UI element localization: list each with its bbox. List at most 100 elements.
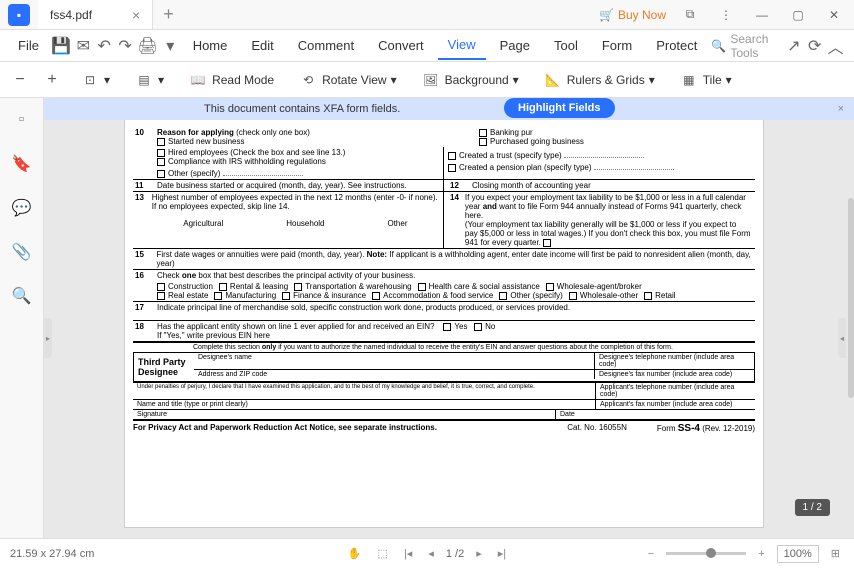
input-line[interactable] — [223, 166, 303, 176]
close-tab-icon[interactable]: × — [132, 7, 140, 23]
hand-tool-icon[interactable]: ✋ — [344, 545, 366, 562]
print-icon[interactable]: 🖨 — [138, 34, 158, 58]
undo-icon[interactable]: ↶ — [96, 34, 113, 58]
menu-form[interactable]: Form — [592, 32, 642, 59]
thumbnails-icon[interactable]: ▫ — [10, 108, 34, 132]
zoom-in-button[interactable]: + — [754, 546, 768, 562]
vertical-scrollbar[interactable] — [848, 198, 854, 398]
more-icon[interactable]: ⋮ — [714, 3, 738, 27]
checkbox[interactable] — [474, 323, 482, 331]
zoom-slider[interactable] — [666, 552, 746, 555]
highlight-fields-button[interactable]: Highlight Fields — [504, 98, 615, 118]
menu-edit[interactable]: Edit — [241, 32, 283, 59]
menu-comment[interactable]: Comment — [288, 32, 364, 59]
attachments-icon[interactable]: 📎 — [10, 240, 34, 264]
zoom-thumb[interactable] — [706, 548, 716, 558]
banner-close-icon[interactable]: × — [838, 103, 844, 115]
checkbox[interactable] — [479, 138, 487, 146]
menu-convert[interactable]: Convert — [368, 32, 434, 59]
tile-icon: ▦ — [679, 70, 699, 90]
notify-icon[interactable]: ⧉ — [678, 3, 702, 27]
fullscreen-icon[interactable]: ⊞ — [827, 545, 844, 562]
mail-icon[interactable]: ✉ — [75, 34, 92, 58]
menu-protect[interactable]: Protect — [646, 32, 707, 59]
menu-view[interactable]: View — [438, 31, 486, 60]
input-line[interactable] — [594, 160, 674, 170]
page-number[interactable]: 1 /2 — [446, 548, 464, 560]
zoom-in-icon[interactable]: + — [42, 70, 62, 90]
rotate-view-button[interactable]: ⟲Rotate View▾ — [292, 66, 403, 94]
new-tab-button[interactable]: + — [163, 4, 174, 25]
save-icon[interactable]: 💾 — [51, 34, 71, 58]
maximize-button[interactable]: ▢ — [786, 3, 810, 27]
form-rev: (Rev. 12-2019) — [702, 424, 755, 433]
sync-icon[interactable]: ⟳ — [806, 34, 823, 58]
zoom-percent[interactable]: 100% — [777, 545, 819, 563]
open-external-icon[interactable]: ↗ — [785, 34, 802, 58]
menu-home[interactable]: Home — [183, 32, 238, 59]
checkbox[interactable] — [157, 292, 165, 300]
collapse-icon[interactable]: ︿ — [827, 34, 844, 58]
privacy-text: For Privacy Act and Paperwork Reduction … — [133, 423, 437, 434]
r10-started: Started new business — [168, 137, 245, 146]
checkbox[interactable] — [219, 283, 227, 291]
redo-icon[interactable]: ↷ — [117, 34, 134, 58]
checkbox[interactable] — [546, 283, 554, 291]
read-mode-button[interactable]: 📖Read Mode — [182, 66, 280, 94]
zoom-out-button[interactable]: − — [644, 546, 658, 562]
page-layout-button[interactable]: ▤▾ — [128, 66, 170, 94]
checkbox[interactable] — [499, 292, 507, 300]
menu-tool[interactable]: Tool — [544, 32, 588, 59]
checkbox[interactable] — [157, 283, 165, 291]
dropdown-icon[interactable]: ▾ — [162, 34, 179, 58]
tile-button[interactable]: ▦Tile▾ — [673, 66, 738, 94]
checkbox[interactable] — [282, 292, 290, 300]
checkbox[interactable] — [157, 149, 165, 157]
bookmarks-icon[interactable]: 🔖 — [10, 152, 34, 176]
expand-left-nub[interactable]: ▸ — [44, 318, 52, 358]
checkbox[interactable] — [644, 292, 652, 300]
select-tool-icon[interactable]: ⬚ — [374, 545, 392, 562]
rulers-grids-button[interactable]: 📐Rulers & Grids▾ — [537, 66, 661, 94]
checkbox[interactable] — [569, 292, 577, 300]
checkbox[interactable] — [448, 164, 456, 172]
document-tab[interactable]: fss4.pdf × — [38, 0, 153, 29]
background-label: Background — [445, 73, 509, 87]
input-line[interactable] — [564, 148, 644, 158]
checkbox[interactable] — [294, 283, 302, 291]
buy-now-link[interactable]: 🛒 Buy Now — [599, 8, 666, 22]
first-page-button[interactable]: |◂ — [400, 545, 416, 562]
menu-page[interactable]: Page — [490, 32, 540, 59]
checkbox[interactable] — [448, 152, 456, 160]
r18-yes: Yes — [454, 322, 467, 331]
zoom-out-icon[interactable]: − — [10, 70, 30, 90]
checkbox[interactable] — [418, 283, 426, 291]
checkbox[interactable] — [372, 292, 380, 300]
search-panel-icon[interactable]: 🔍 — [10, 284, 34, 308]
background-button[interactable]: 🖼Background▾ — [415, 66, 525, 94]
designee-addr-label: Address and ZIP code — [194, 370, 594, 379]
search-tools[interactable]: 🔍 Search Tools — [711, 32, 773, 60]
checkbox[interactable] — [157, 170, 165, 178]
prev-page-button[interactable]: ◂ — [424, 545, 438, 562]
checkbox[interactable] — [543, 239, 551, 247]
checkbox[interactable] — [157, 158, 165, 166]
r16-c5: Wholesale-agent/broker — [557, 282, 642, 291]
minimize-button[interactable]: — — [750, 3, 774, 27]
cat-no: Cat. No. 16055N — [567, 423, 627, 434]
comments-icon[interactable]: 💬 — [10, 196, 34, 220]
checkbox[interactable] — [157, 138, 165, 146]
r18-text2: If "Yes," write previous EIN here — [157, 331, 270, 340]
document-viewport[interactable]: This document contains XFA form fields. … — [44, 98, 854, 538]
page-indicator: 1 / 2 — [795, 499, 830, 516]
expand-right-nub[interactable]: ◂ — [838, 318, 846, 358]
menu-file[interactable]: File — [10, 34, 47, 57]
fit-page-button[interactable]: ⊡▾ — [74, 66, 116, 94]
checkbox[interactable] — [479, 129, 487, 137]
next-page-button[interactable]: ▸ — [472, 545, 486, 562]
close-window-button[interactable]: ✕ — [822, 3, 846, 27]
last-page-button[interactable]: ▸| — [494, 545, 510, 562]
checkbox[interactable] — [214, 292, 222, 300]
checkbox[interactable] — [443, 323, 451, 331]
search-placeholder: Search Tools — [730, 32, 773, 60]
